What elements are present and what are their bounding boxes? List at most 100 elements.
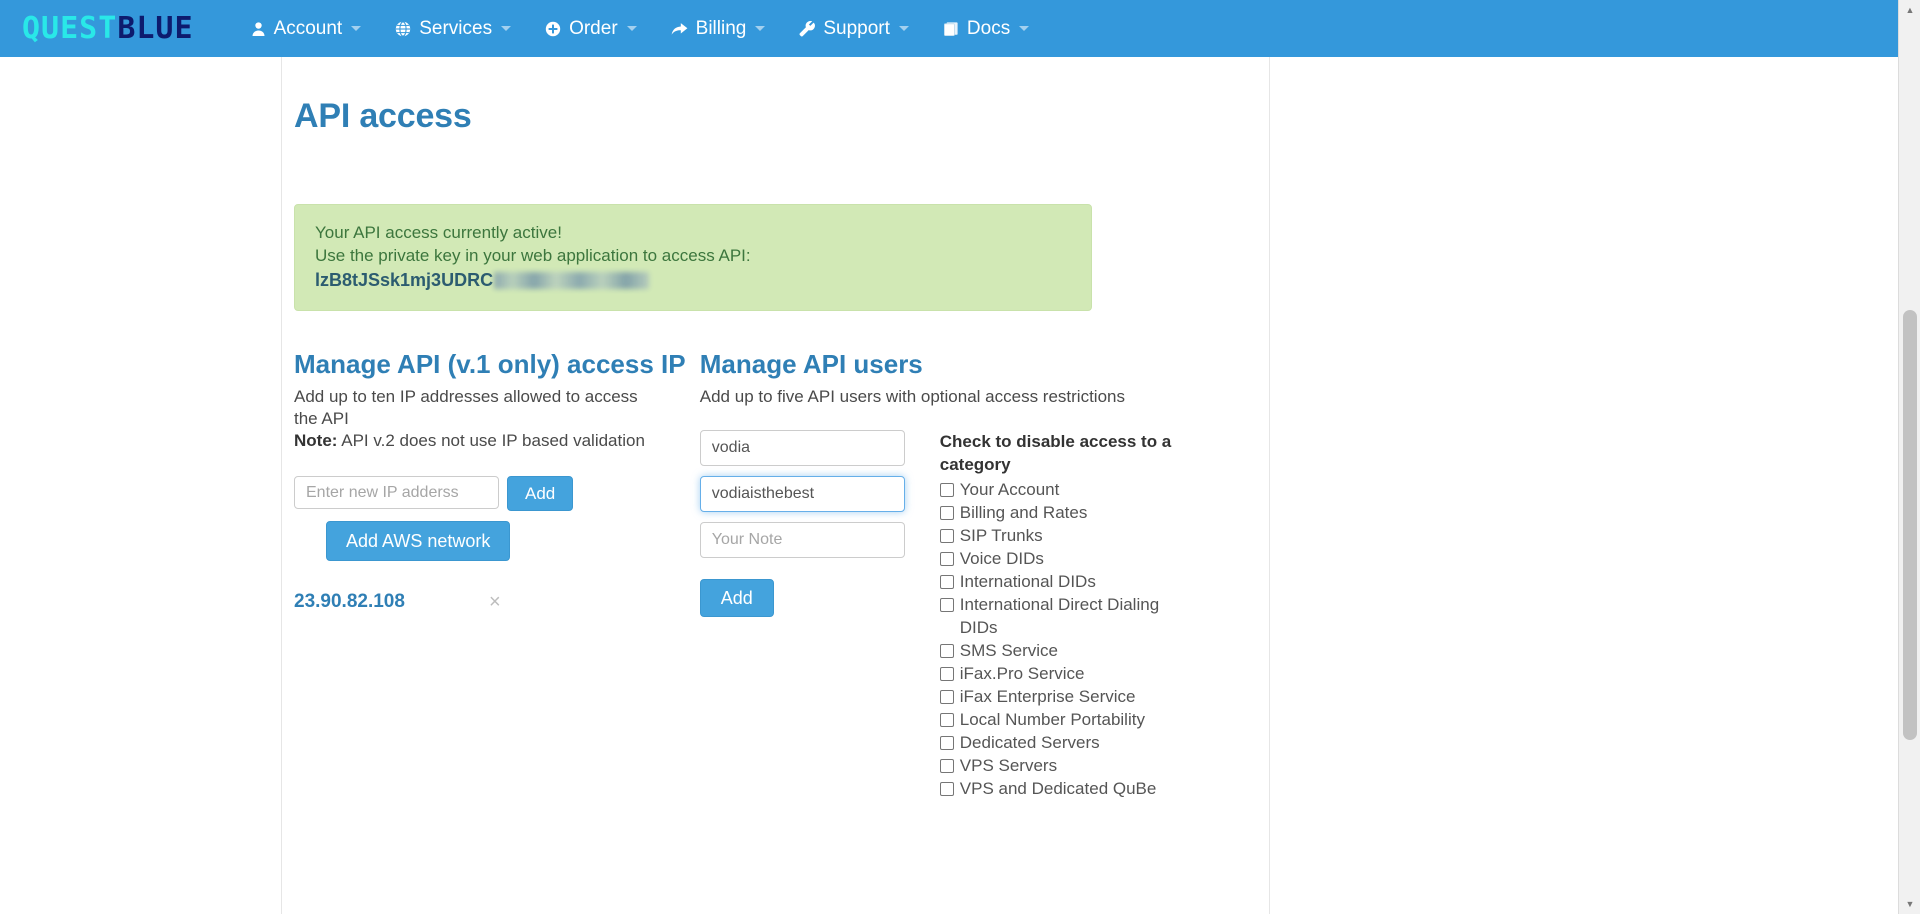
manage-ip-note-text: API v.2 does not use IP based validation — [337, 431, 645, 450]
category-row[interactable]: VPS and Dedicated QuBe — [939, 777, 1190, 800]
scroll-up-arrow[interactable]: ▲ — [1899, 0, 1920, 20]
scrollbar-thumb[interactable] — [1903, 310, 1917, 740]
globe-icon — [395, 20, 411, 37]
category-row[interactable]: Billing and Rates — [939, 501, 1190, 524]
chevron-down-icon — [351, 26, 362, 31]
private-key-row: lzB8tJSsk1mj3UDRC — [315, 269, 1071, 292]
nav-item-support[interactable]: Support — [782, 0, 926, 57]
nav-label-support: Support — [823, 17, 890, 39]
category-label: Voice DIDs — [959, 549, 1044, 568]
category-row[interactable]: SMS Service — [939, 639, 1190, 662]
category-row[interactable]: Local Number Portability — [939, 708, 1190, 731]
category-label: Dedicated Servers — [959, 733, 1100, 752]
left-divider — [281, 57, 282, 914]
book-icon — [943, 21, 959, 37]
category-row[interactable]: International DIDs — [939, 570, 1190, 593]
plus-circle-icon — [545, 21, 561, 37]
api-username-input[interactable] — [699, 430, 905, 466]
nav-item-order[interactable]: Order — [528, 0, 654, 57]
chevron-down-icon — [755, 26, 766, 31]
add-user-button[interactable]: Add — [699, 579, 774, 617]
manage-ip-panel: Manage API (v.1 only) access IP Add up t… — [294, 349, 700, 800]
category-checkbox[interactable] — [939, 483, 954, 497]
disable-categories-list: Your Account Billing and Rates SIP Trunks V… — [939, 478, 1190, 800]
chevron-down-icon — [1019, 26, 1030, 31]
category-label: SMS Service — [959, 641, 1059, 660]
logo-blue: BLUE — [117, 11, 194, 46]
api-status-alert: Your API access currently active! Use th… — [294, 204, 1092, 311]
manage-ip-description: Add up to ten IP addresses allowed to ac… — [294, 387, 638, 428]
category-label: International DIDs — [959, 572, 1096, 591]
category-checkbox[interactable] — [939, 598, 954, 612]
category-row[interactable]: iFax Enterprise Service — [939, 685, 1190, 708]
wrench-icon — [799, 20, 816, 37]
nav-item-account[interactable]: Account — [234, 0, 379, 57]
private-key-redaction — [494, 272, 650, 289]
scroll-down-arrow[interactable]: ▼ — [1899, 894, 1920, 914]
category-row[interactable]: iFax.Pro Service — [939, 662, 1190, 685]
top-navbar: QUESTBLUE Account Services Order Billing… — [0, 0, 1898, 57]
chevron-down-icon — [501, 26, 512, 31]
category-checkbox[interactable] — [939, 736, 954, 750]
category-checkbox[interactable] — [939, 713, 954, 727]
category-checkbox[interactable] — [939, 575, 954, 589]
ip-list-item: 23.90.82.108 × — [294, 591, 700, 613]
category-row[interactable]: Your Account — [939, 478, 1190, 501]
questblue-logo[interactable]: QUESTBLUE — [22, 11, 194, 46]
users-fields: Add — [699, 430, 940, 800]
nav-item-docs[interactable]: Docs — [926, 0, 1046, 57]
nav-label-billing: Billing — [695, 17, 747, 39]
nav-label-account: Account — [273, 17, 343, 39]
page-scrollbar[interactable]: ▲ ▼ — [1898, 0, 1920, 914]
category-row[interactable]: International Direct Dialing DIDs — [939, 593, 1190, 639]
panels-row: Manage API (v.1 only) access IP Add up t… — [294, 349, 1254, 800]
category-row[interactable]: Dedicated Servers — [939, 731, 1190, 754]
category-checkbox[interactable] — [939, 667, 954, 681]
category-label: SIP Trunks — [959, 526, 1043, 545]
user-icon — [251, 21, 266, 37]
category-checkbox[interactable] — [939, 690, 954, 704]
category-label: VPS Servers — [959, 756, 1058, 775]
manage-users-description: Add up to five API users with optional a… — [699, 387, 1125, 406]
logo-quest: QUEST — [22, 11, 118, 46]
chevron-down-icon — [898, 26, 909, 31]
category-row[interactable]: Voice DIDs — [939, 547, 1190, 570]
remove-ip-icon[interactable]: × — [489, 592, 501, 612]
share-icon — [671, 21, 688, 37]
api-password-input[interactable] — [699, 476, 905, 512]
category-label: iFax Enterprise Service — [959, 687, 1136, 706]
api-note-input[interactable] — [699, 522, 905, 558]
category-checkbox[interactable] — [939, 644, 954, 658]
page-title: API access — [294, 97, 472, 135]
category-label: iFax.Pro Service — [959, 664, 1085, 683]
ip-address-value: 23.90.82.108 — [294, 591, 405, 612]
nav-label-docs: Docs — [966, 17, 1011, 39]
manage-users-panel: Manage API users Add up to five API user… — [699, 349, 1254, 800]
nav-item-services[interactable]: Services — [378, 0, 528, 57]
category-row[interactable]: VPS Servers — [939, 754, 1190, 777]
manage-ip-heading: Manage API (v.1 only) access IP — [294, 349, 686, 379]
category-checkbox[interactable] — [939, 759, 954, 773]
category-checkbox[interactable] — [939, 552, 954, 566]
add-ip-button[interactable]: Add — [507, 476, 574, 511]
main-content: API access Your API access currently act… — [294, 57, 1254, 800]
add-ip-form: Add — [294, 476, 700, 511]
ip-address-input[interactable] — [294, 476, 499, 509]
nav-label-order: Order — [569, 17, 618, 39]
category-checkbox[interactable] — [939, 506, 954, 520]
right-divider — [1269, 57, 1270, 914]
users-form-row: Add Check to disable access to a categor… — [699, 430, 1254, 800]
nav-label-services: Services — [419, 17, 493, 39]
alert-line-instruction: Use the private key in your web applicat… — [315, 246, 751, 265]
disable-categories-title: Check to disable access to a category — [939, 432, 1172, 474]
add-aws-network-button[interactable]: Add AWS network — [326, 521, 511, 561]
category-row[interactable]: SIP Trunks — [939, 524, 1190, 547]
nav-items: Account Services Order Billing Support D… — [234, 0, 1047, 57]
manage-users-heading: Manage API users — [699, 349, 923, 379]
category-checkbox[interactable] — [939, 529, 954, 543]
nav-item-billing[interactable]: Billing — [654, 0, 783, 57]
category-label: Local Number Portability — [959, 710, 1145, 729]
manage-ip-note-label: Note: — [294, 431, 338, 450]
category-checkbox[interactable] — [939, 782, 954, 796]
manage-ip-note: Note: API v.2 does not use IP based vali… — [294, 430, 662, 452]
